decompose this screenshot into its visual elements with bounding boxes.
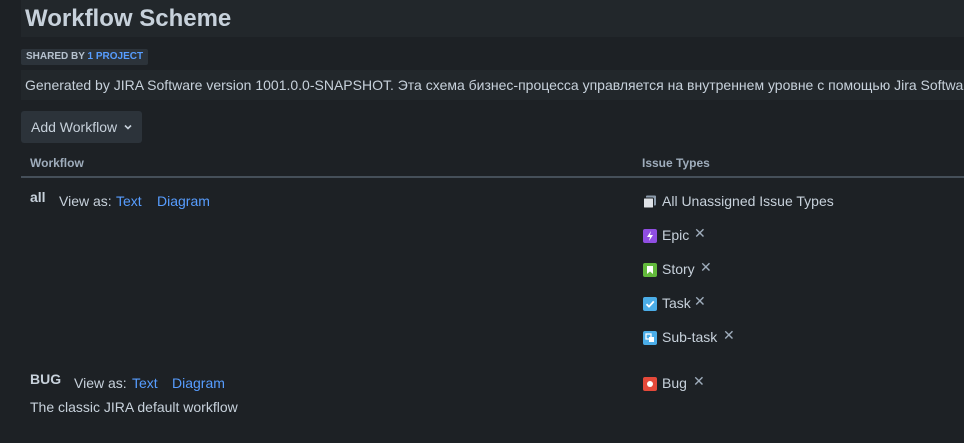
shared-by-badge: Shared by 1 project bbox=[21, 49, 149, 65]
issue-type-name: Sub-task bbox=[662, 329, 718, 345]
story-icon bbox=[643, 263, 657, 277]
workflow-description: The classic JIRA default workflow bbox=[30, 399, 238, 415]
issue-type-name: Epic bbox=[662, 227, 690, 243]
workflow-name: BUG bbox=[30, 371, 62, 387]
remove-issue-type-button[interactable]: ✕ bbox=[723, 327, 735, 344]
epic-icon bbox=[643, 229, 657, 243]
view-as-label: View as: bbox=[74, 375, 127, 391]
view-as-label: View as: bbox=[59, 193, 112, 209]
scheme-description: Generated by JIRA Software version 1001.… bbox=[21, 70, 964, 100]
header-divider bbox=[21, 176, 964, 178]
add-workflow-label: Add Workflow bbox=[31, 119, 118, 135]
view-as-text-link[interactable]: Text bbox=[116, 193, 142, 209]
chevron-down-icon bbox=[124, 124, 132, 130]
add-workflow-button[interactable]: Add Workflow bbox=[21, 111, 142, 143]
shared-by-label: Shared by bbox=[26, 51, 85, 62]
issue-type-name: Bug bbox=[662, 375, 687, 391]
remove-issue-type-button[interactable]: ✕ bbox=[700, 259, 712, 276]
view-as-diagram-link[interactable]: Diagram bbox=[172, 375, 225, 391]
bug-icon bbox=[643, 377, 657, 391]
shared-projects-link[interactable]: 1 project bbox=[88, 51, 144, 62]
column-header-issue-types: Issue Types bbox=[642, 156, 710, 170]
remove-issue-type-button[interactable]: ✕ bbox=[693, 373, 705, 390]
view-as-text-link[interactable]: Text bbox=[132, 375, 158, 391]
remove-issue-type-button[interactable]: ✕ bbox=[694, 293, 706, 310]
issue-type-name: Story bbox=[662, 261, 695, 277]
task-icon bbox=[643, 297, 657, 311]
workflow-name: all bbox=[30, 189, 46, 205]
subtask-icon bbox=[643, 331, 657, 345]
remove-issue-type-button[interactable]: ✕ bbox=[694, 225, 706, 242]
view-as-diagram-link[interactable]: Diagram bbox=[157, 193, 210, 209]
column-header-workflow: Workflow bbox=[30, 156, 84, 170]
unassigned-icon bbox=[643, 195, 657, 209]
scheme-description-text: Generated by JIRA Software version 1001.… bbox=[25, 77, 964, 93]
issue-type-name: All Unassigned Issue Types bbox=[662, 193, 834, 209]
page-title: Workflow Scheme bbox=[25, 5, 232, 32]
issue-type-name: Task bbox=[662, 295, 691, 311]
